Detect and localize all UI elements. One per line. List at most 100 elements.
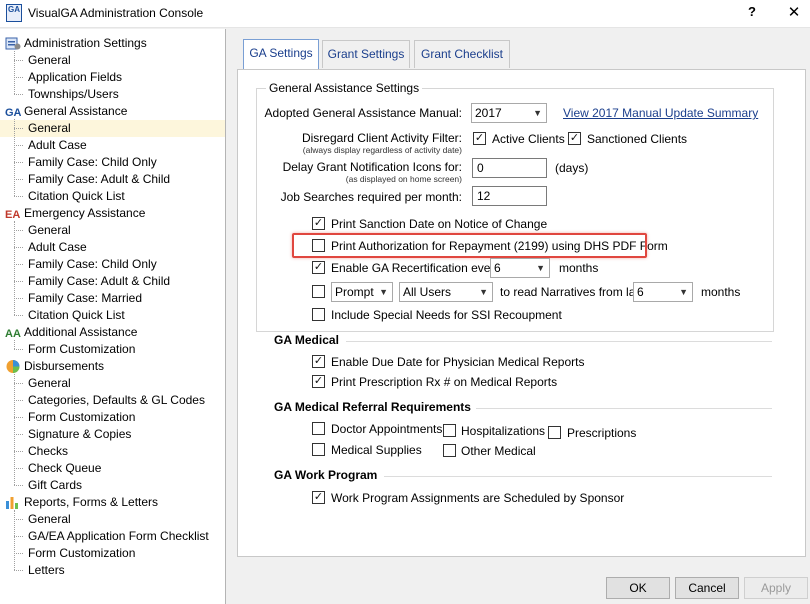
svg-text:AA: AA [5, 328, 21, 340]
chevron-down-icon: ▼ [536, 263, 545, 273]
recert-months-select[interactable]: 6 ▼ [490, 258, 550, 278]
tab-grant-settings[interactable]: Grant Settings [322, 40, 410, 68]
tree-item[interactable]: General [0, 120, 225, 137]
tree-connector [14, 349, 23, 350]
tree-item[interactable]: General [0, 52, 225, 69]
tab-grant-checklist[interactable]: Grant Checklist [414, 40, 510, 68]
tree-connector [14, 119, 15, 196]
tree-item[interactable]: Adult Case [0, 137, 225, 154]
tree-item-label: Form Customization [28, 410, 136, 424]
narratives-checkbox[interactable] [312, 285, 325, 298]
tree-connector [14, 451, 23, 452]
tree-item[interactable]: Family Case: Child Only [0, 154, 225, 171]
tree-category[interactable]: Administration Settings [0, 35, 225, 52]
tree-item[interactable]: Citation Quick List [0, 307, 225, 324]
sanctioned-clients-label: Sanctioned Clients [587, 132, 688, 146]
tree-item-label: Application Fields [28, 70, 123, 84]
reports-icon [5, 495, 21, 510]
tree-item[interactable]: Application Fields [0, 69, 225, 86]
tree-category[interactable]: Disbursements [0, 358, 225, 375]
tree-connector [14, 553, 23, 554]
tree-item[interactable]: Letters [0, 562, 225, 579]
tree-item[interactable]: Form Customization [0, 545, 225, 562]
tree-category[interactable]: GA General Assistance [0, 103, 225, 120]
tree-item[interactable]: Family Case: Child Only [0, 256, 225, 273]
other-medical-checkbox[interactable] [443, 444, 456, 457]
tree-item[interactable]: Checks [0, 443, 225, 460]
tab-ga-settings[interactable]: GA Settings [243, 39, 319, 69]
help-button[interactable]: ? [744, 4, 760, 19]
tree-item[interactable]: Signature & Copies [0, 426, 225, 443]
tree-item[interactable]: Form Customization [0, 409, 225, 426]
tree-connector [14, 315, 23, 316]
section-divider [384, 476, 772, 477]
doctor-appointments-checkbox[interactable] [312, 422, 325, 435]
disregard-sublabel: (always display regardless of activity d… [302, 145, 462, 155]
tree-connector [14, 230, 23, 231]
tree-item[interactable]: Categories, Defaults & GL Codes [0, 392, 225, 409]
tree-connector [14, 264, 23, 265]
tree-item-label: Form Customization [28, 546, 136, 560]
tree-connector [14, 247, 23, 248]
medical-supplies-checkbox[interactable] [312, 443, 325, 456]
tree-category-label: Disbursements [24, 359, 105, 373]
due-date-label: Enable Due Date for Physician Medical Re… [331, 355, 585, 369]
prescription-checkbox[interactable]: ✓ [312, 375, 325, 388]
chevron-down-icon: ▼ [479, 287, 488, 297]
job-searches-input[interactable]: 12 [472, 186, 547, 206]
tree-item-label: Family Case: Adult & Child [28, 172, 171, 186]
tree-category[interactable]: Reports, Forms & Letters [0, 494, 225, 511]
tree-connector [14, 434, 23, 435]
tree-category[interactable]: AA Additional Assistance [0, 324, 225, 341]
work-assignments-checkbox[interactable]: ✓ [312, 491, 325, 504]
tree-item[interactable]: Townships/Users [0, 86, 225, 103]
close-button[interactable]: ✕ [786, 3, 802, 21]
apply-button[interactable]: Apply [744, 577, 808, 599]
svg-text:GA: GA [5, 107, 21, 119]
highlight-box [292, 233, 647, 258]
narrative-months-select[interactable]: 6 ▼ [633, 282, 693, 302]
tree-item-label: General [28, 53, 71, 67]
cancel-button[interactable]: Cancel [675, 577, 739, 599]
narrative-mode-select[interactable]: Prompt ▼ [331, 282, 393, 302]
tree-item[interactable]: Check Queue [0, 460, 225, 477]
tree-item-label: Gift Cards [28, 478, 83, 492]
enable-recert-checkbox[interactable]: ✓ [312, 261, 325, 274]
tree-item[interactable]: GA/EA Application Form Checklist [0, 528, 225, 545]
tree-connector [14, 162, 23, 163]
tree-item[interactable]: Adult Case [0, 239, 225, 256]
narrative-users-select[interactable]: All Users ▼ [399, 282, 493, 302]
tree-item[interactable]: Family Case: Adult & Child [0, 273, 225, 290]
tree-item[interactable]: General [0, 375, 225, 392]
tree-item[interactable]: Citation Quick List [0, 188, 225, 205]
hospitalizations-checkbox[interactable] [443, 424, 456, 437]
tree-connector [14, 179, 23, 180]
tree-item[interactable]: Gift Cards [0, 477, 225, 494]
medical-supplies-label: Medical Supplies [331, 443, 422, 457]
tree-item[interactable]: General [0, 222, 225, 239]
referral-title: GA Medical Referral Requirements [274, 400, 471, 414]
tree-category-label: General Assistance [24, 104, 128, 118]
tree-item[interactable]: Form Customization [0, 341, 225, 358]
due-date-checkbox[interactable]: ✓ [312, 355, 325, 368]
manual-update-link[interactable]: View 2017 Manual Update Summary [563, 106, 758, 120]
print-sanction-checkbox[interactable]: ✓ [312, 217, 325, 230]
tree-category[interactable]: EA Emergency Assistance [0, 205, 225, 222]
tree-connector [14, 77, 23, 78]
svg-text:EA: EA [5, 209, 20, 221]
prescription-label: Print Prescription Rx # on Medical Repor… [331, 375, 558, 389]
delay-days-input[interactable]: 0 [472, 158, 547, 178]
special-needs-checkbox[interactable] [312, 308, 325, 321]
tree-item-label: Townships/Users [28, 87, 119, 101]
ok-button[interactable]: OK [606, 577, 670, 599]
prescriptions-checkbox[interactable] [548, 426, 561, 439]
tree-connector [14, 340, 15, 349]
active-clients-checkbox[interactable]: ✓ [473, 132, 486, 145]
tree-item-label: Form Customization [28, 342, 136, 356]
tree-item[interactable]: General [0, 511, 225, 528]
chevron-down-icon: ▼ [379, 287, 388, 297]
sanctioned-clients-checkbox[interactable]: ✓ [568, 132, 581, 145]
tree-item[interactable]: Family Case: Adult & Child [0, 171, 225, 188]
tree-item[interactable]: Family Case: Married [0, 290, 225, 307]
manual-select[interactable]: 2017 ▼ [471, 103, 547, 123]
